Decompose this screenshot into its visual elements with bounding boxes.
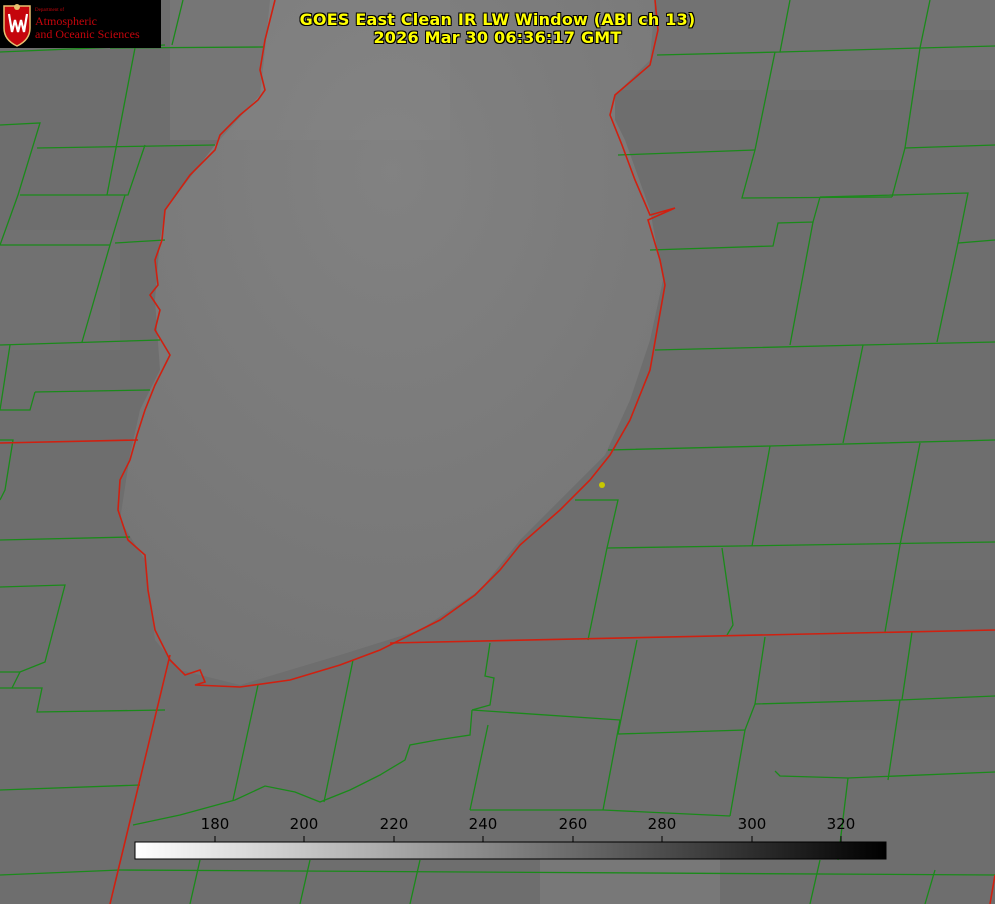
colorbar-tick-label: 220 (379, 815, 409, 833)
aos-logo: Department of Atmospheric and Oceanic Sc… (0, 0, 161, 48)
logo-oceanic: and Oceanic Sciences (35, 27, 140, 41)
colorbar-tick-label: 180 (200, 815, 230, 833)
image-title: GOES East Clean IR LW Window (ABI ch 13)… (250, 11, 745, 47)
colorbar-tick-label: 280 (647, 815, 677, 833)
logo-department: Department of (35, 8, 65, 13)
satellite-map (0, 0, 995, 904)
colorbar-tick-label: 320 (826, 815, 856, 833)
cloud-patch (0, 230, 120, 350)
station-marker (599, 482, 605, 488)
uw-crest-icon (3, 4, 31, 47)
colorbar-tick-label: 300 (737, 815, 767, 833)
title-timestamp: 2026 Mar 30 06:36:17 GMT (373, 28, 622, 47)
colorbar-tick-label: 200 (289, 815, 319, 833)
title-product: GOES East Clean IR LW Window (ABI ch 13) (299, 10, 696, 29)
colorbar-tick-label: 240 (468, 815, 498, 833)
colorbar-tick-label: 260 (558, 815, 588, 833)
colorbar (134, 841, 887, 860)
cloud-patch (820, 580, 995, 730)
